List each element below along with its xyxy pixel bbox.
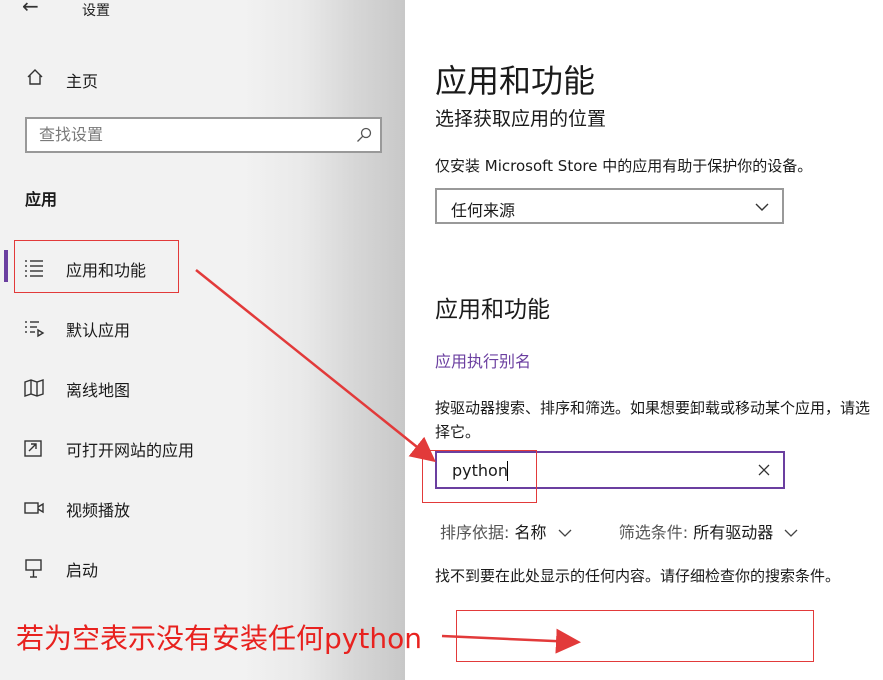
annotation-arrows <box>195 269 581 654</box>
annotation-arrow <box>441 628 581 654</box>
annotation-arrow <box>195 269 436 463</box>
